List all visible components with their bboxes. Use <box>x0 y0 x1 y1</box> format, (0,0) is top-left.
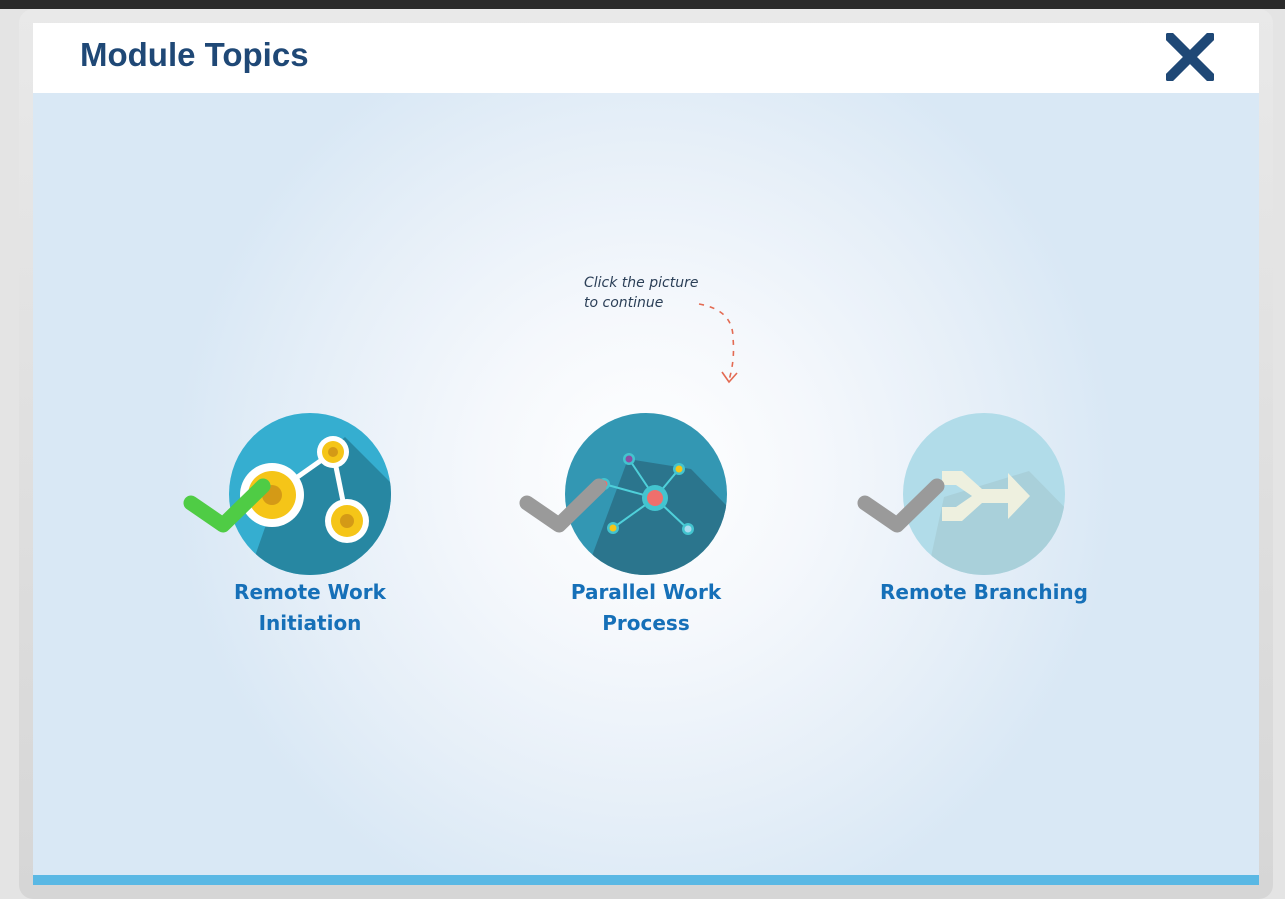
topic-remote-work-initiation[interactable]: Remote Work Initiation <box>180 389 440 649</box>
hub-network-icon <box>519 413 727 575</box>
topic-label: Remote Work Initiation <box>180 577 440 639</box>
topic-remote-branching[interactable]: Remote Branching <box>854 389 1114 649</box>
hint-line-1: Click the picture <box>584 275 699 291</box>
topics-area: Click the picture to continue Remote Wor… <box>33 93 1259 875</box>
topic-label-line-1: Parallel Work <box>570 580 722 604</box>
topic-label: Parallel Work Process <box>516 577 776 639</box>
module-topics-dialog: Module Topics Click the picture to conti… <box>33 23 1259 885</box>
network-nodes-icon <box>183 413 391 575</box>
bottom-bar <box>33 875 1259 885</box>
topic-label: Remote Branching <box>854 577 1114 608</box>
topic-label-line-2: Initiation <box>258 611 362 635</box>
topic-parallel-work-process[interactable]: Parallel Work Process <box>516 389 776 649</box>
close-button[interactable] <box>1162 29 1218 85</box>
topic-label-line-1: Remote Work <box>234 580 386 604</box>
topic-label-line-1: Remote Branching <box>880 580 1088 604</box>
merge-arrows-icon <box>857 413 1065 575</box>
close-x-icon <box>1162 29 1218 85</box>
dashed-arrow-icon <box>698 303 738 384</box>
topic-label-line-2: Process <box>602 611 690 635</box>
page-title: Module Topics <box>80 36 309 73</box>
dialog-header: Module Topics <box>33 23 1259 93</box>
top-strip <box>0 0 1285 9</box>
